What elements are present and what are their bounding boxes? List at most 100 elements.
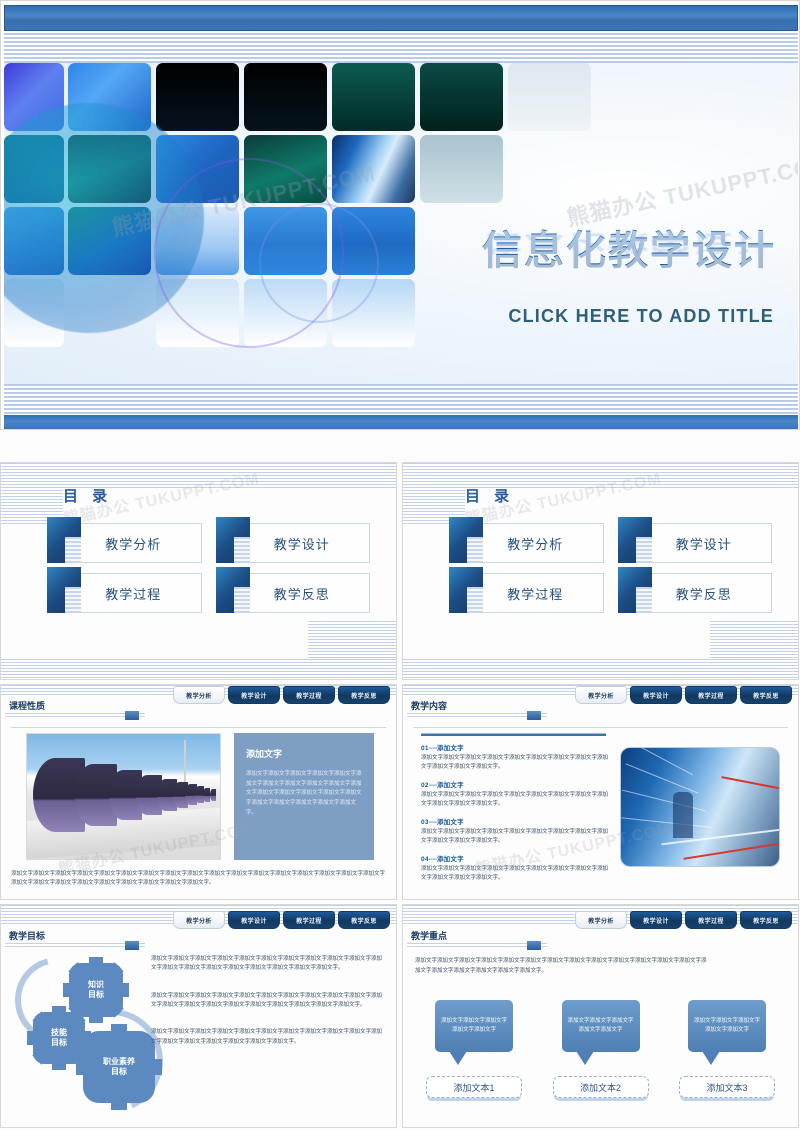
catalogue-row: 教学分析 教学设计 [47,517,370,563]
goal-paragraphs: 添加文字添加文字添加文字添加文字添加文字添加文字添加文字添加文字添加文字添加文字… [151,955,384,1065]
tab-label: 教学反思 [351,693,377,700]
tab-teaching-analysis[interactable]: 教学分析 [575,686,627,704]
gear-professional-quality-goal: 职业素养 目标 [76,1024,162,1110]
button-label: 添加文本1 [453,1082,495,1093]
bridge-photo [26,733,221,860]
list-item-number: 04 [421,856,429,864]
key-point-column-2: 添加文字添加文字添加文字添加文字添加文字 添加文本3 [672,1000,782,1098]
page-title: 信息化教学设计 [482,218,776,276]
add-text-button-3[interactable]: 添加文本3 [679,1076,775,1098]
tab-teaching-reflection[interactable]: 教学反思 [740,911,792,929]
slide-heading: 课程性质 [9,701,46,711]
tab-teaching-analysis[interactable]: 教学分析 [575,911,627,929]
slide-title[interactable]: 熊猫办公 TUKUPPT.COM 熊猫办公 TUKUPPT.COM 信息化教学设… [0,0,800,430]
slide-key-points[interactable]: 教学分析 教学设计 教学过程 教学反思 教学重点 添加文字添加文字添加文字添加文… [402,904,799,1128]
tab-bar[interactable]: 教学分析 教学设计 教学过程 教学反思 [575,911,792,929]
tab-bar[interactable]: 教学分析 教学设计 教学过程 教学反思 [575,686,792,704]
mosaic-tile-subway [332,135,415,203]
text-panel: 添加文字 添加文字添加文字添加文字添加文字添加文字添加文字添加文字添加文字添加文… [234,733,374,860]
key-points-intro: 添加文字添加文字添加文字添加文字添加文字添加文字添加文字添加文字添加文字添加文字… [415,958,707,974]
subway-photo [620,747,780,867]
list-item-dash: ----- [428,819,438,827]
catalogue-item-0[interactable]: 教学分析 [47,517,202,563]
tab-teaching-analysis[interactable]: 教学分析 [173,911,225,929]
slide-heading: 教学目标 [9,931,46,941]
catalogue-item-3[interactable]: 教学反思 [215,567,370,613]
tab-teaching-design[interactable]: 教学设计 [228,686,280,704]
tab-teaching-design[interactable]: 教学设计 [228,911,280,929]
tab-teaching-process[interactable]: 教学过程 [685,911,737,929]
list-item-label: 添加文字 [436,856,464,864]
list-item: 03-----添加文字 添加文字添加文字添加文字添加文字添加文字添加文字添加文字… [421,816,611,846]
goal-paragraph: 添加文字添加文字添加文字添加文字添加文字添加文字添加文字添加文字添加文字添加文字… [151,992,383,1009]
callout-bubble: 添加文字添加文字添加文字添加文字添加文字 [435,1000,513,1065]
list-item-head: 01-----添加文字 [421,742,611,752]
tab-teaching-design[interactable]: 教学设计 [630,686,682,704]
tab-label: 教学过程 [698,918,724,925]
catalogue-item-2[interactable]: 教学过程 [47,567,202,613]
tab-label: 教学设计 [241,918,267,925]
catalogue-row: 教学过程 教学反思 [449,567,772,613]
mosaic-tile [508,63,591,131]
catalogue-item-1[interactable]: 教学设计 [215,517,370,563]
tab-label: 教学反思 [351,918,377,925]
tab-teaching-reflection[interactable]: 教学反思 [338,911,390,929]
slide-catalogue-right[interactable]: 目 录 熊猫办公 TUKUPPT.COM 教学分析 教学设计 教学过程 教学反思 [402,462,799,680]
catalogue-item-box: 教学设计 [233,523,370,563]
gear-label-line1: 职业素养 [103,1057,135,1066]
list-item: 01-----添加文字 添加文字添加文字添加文字添加文字添加文字添加文字添加文字… [421,742,611,772]
heading-marker [125,711,139,720]
mosaic-tile [156,63,239,131]
tab-teaching-reflection[interactable]: 教学反思 [740,686,792,704]
heading-underline [407,943,547,948]
button-label: 添加文本3 [706,1082,748,1093]
add-text-button-1[interactable]: 添加文本1 [426,1076,522,1098]
gear-skill-goal: 技能 目标 [27,1006,91,1070]
mosaic-tile [244,63,327,131]
catalogue-item-0[interactable]: 教学分析 [449,517,604,563]
catalogue-item-3[interactable]: 教学反思 [617,567,772,613]
tab-bar[interactable]: 教学分析 教学设计 教学过程 教学反思 [173,911,390,929]
heading-marker [527,941,541,950]
tab-teaching-process[interactable]: 教学过程 [283,911,335,929]
catalogue-item-1[interactable]: 教学设计 [617,517,772,563]
catalogue-item-2[interactable]: 教学过程 [449,567,604,613]
list-item-dash: ----- [428,856,438,864]
divider [11,727,386,728]
slide-teaching-goal[interactable]: 教学分析 教学设计 教学过程 教学反思 教学目标 知识 目标 技能 目标 职业素… [0,904,397,1128]
tab-bar[interactable]: 教学分析 教学设计 教学过程 教学反思 [173,686,390,704]
key-point-column-1: 添加文字添加文字添加文字添加文字添加文字 添加文本2 [546,1000,656,1098]
list-item-dash: ----- [428,745,438,752]
catalogue-bookmark-icon [449,517,483,563]
list-item-body: 添加文字添加文字添加文字添加文字添加文字添加文字添加文字添加文字添加文字添加文字… [421,866,609,882]
list-item-number: 03 [421,819,429,827]
add-text-button-2[interactable]: 添加文本2 [552,1076,649,1098]
slide-course-nature[interactable]: 教学分析 教学设计 教学过程 教学反思 课程性质 添加文字 添加文字添加文字添加… [0,684,397,900]
catalogue-item-box: 教学分析 [467,523,604,563]
title-top-bar [4,5,798,31]
panel-body: 添加文字添加文字添加文字添加文字添加文字添加文字添加文字添加文字添加文字添加文字… [246,771,362,816]
slide-catalogue-left[interactable]: 目 录 熊猫办公 TUKUPPT.COM 教学分析 教学设计 教学过程 教学反思 [0,462,397,680]
catalogue-item-box: 教学反思 [635,573,772,613]
catalogue-item-label: 教学过程 [105,586,162,602]
tab-label: 教学设计 [643,693,669,700]
tunnel-red-stripe [683,842,779,860]
catalogue-item-label: 教学反思 [273,586,330,602]
button-label: 添加文本2 [579,1082,621,1093]
list-item-head: 02-----添加文字 [421,779,611,789]
callout-text: 添加文字添加文字添加文字添加文字添加文字 [440,1018,507,1033]
tab-teaching-design[interactable]: 教学设计 [630,911,682,929]
catalogue-corner-stripes [308,621,396,659]
tab-teaching-process[interactable]: 教学过程 [685,686,737,704]
tab-label: 教学分析 [588,918,614,925]
catalogue-row: 教学分析 教学设计 [449,517,772,563]
list-item: 02-----添加文字 添加文字添加文字添加文字添加文字添加文字添加文字添加文字… [421,779,611,809]
tab-teaching-analysis[interactable]: 教学分析 [173,686,225,704]
gear-knowledge-goal: 知识 目标 [63,957,129,1023]
tab-teaching-process[interactable]: 教学过程 [283,686,335,704]
catalogue-item-label: 教学反思 [675,586,732,602]
mosaic-tile [332,63,415,131]
gear-label-line1: 技能 [51,1028,67,1037]
slide-teaching-content[interactable]: 教学分析 教学设计 教学过程 教学反思 教学内容 01-----添加文字 添加文… [402,684,799,900]
tab-teaching-reflection[interactable]: 教学反思 [338,686,390,704]
